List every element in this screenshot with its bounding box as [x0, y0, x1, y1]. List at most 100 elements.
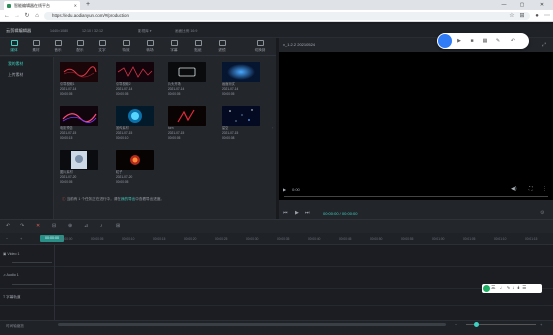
media-card[interactable]: 片头开场 2021-07-14 00:00:05 [168, 62, 206, 98]
media-card[interactable]: turn 2021-07-15 00:00:05 [168, 106, 206, 142]
media-card[interactable]: 引导视频1 2021-07-14 00:00:05 [60, 62, 98, 98]
media-card[interactable]: 电影预告 2021-07-15 00:00:15 [60, 106, 98, 142]
sidebar-item-upload[interactable]: 上传素材 [4, 71, 48, 79]
media-card[interactable]: 画面测试 2021-07-14 00:00:05 [222, 62, 260, 98]
ruler-tick-label: 00:00:25 [215, 237, 228, 241]
delete-icon[interactable]: ✕ [36, 223, 40, 229]
my-export-link[interactable]: 我的导出 [121, 197, 135, 201]
text-toolbar-icons[interactable]: ♩∿↓↡☰ [500, 285, 528, 291]
tab-music[interactable]: 音乐 [48, 40, 68, 54]
ruler-tick-label: 00:00:40 [308, 237, 321, 241]
url-input[interactable]: https://edu.aodianyun.com/#/production [44, 12, 530, 20]
video-play-icon[interactable]: ▶ [283, 187, 286, 192]
ruler-tick-label: 00:00:35 [277, 237, 290, 241]
media-card[interactable]: 粒子 2021-07-20 00:00:05 [116, 150, 154, 186]
timeline-toolbar [0, 219, 553, 233]
tab-effects[interactable]: 特效 [116, 40, 136, 54]
media-thumbnail [116, 106, 154, 126]
tab-subtitle[interactable]: 字幕 [164, 40, 184, 54]
fullscreen-icon[interactable]: ⤢ [542, 42, 546, 48]
text-tool-icon[interactable] [483, 285, 490, 292]
aspect-ratio[interactable]: 画面比例 16:9 [175, 29, 197, 34]
ruler-tick-label: 00:01:00 [432, 237, 445, 241]
media-card[interactable]: 引导视频2 2021-07-14 00:00:05 [116, 62, 154, 98]
browser-menu-icon[interactable]: ⋯ [543, 12, 551, 20]
filter-icon [218, 40, 226, 46]
timeline-tracks [0, 245, 553, 320]
header-stat: 1440×1080 [50, 29, 69, 33]
tab-sticker[interactable]: 贴纸 [188, 40, 208, 54]
maximize-button[interactable]: ▢ [515, 0, 529, 10]
crop-icon[interactable]: ⊕ [68, 223, 72, 229]
video-progress[interactable] [284, 196, 548, 197]
collections-icon[interactable]: ⊞ [518, 12, 526, 20]
export-notice: ⓘ 当前有 1 个任务正在进行中，请在我的导出中查看导出进度。 [62, 197, 165, 201]
browser-tab[interactable]: 智能编辑器在线平台 ✕ [4, 1, 80, 10]
tab-sound[interactable]: 配乐 [70, 40, 90, 54]
next-frame-icon[interactable]: ⏭ [305, 210, 310, 216]
forward-icon[interactable]: → [13, 12, 21, 20]
floating-toolbar-handle[interactable] [438, 34, 452, 48]
timeline-scrollbar[interactable] [58, 323, 446, 326]
record-icon[interactable]: ♪ [100, 223, 103, 229]
close-window-button[interactable]: ✕ [535, 0, 549, 10]
media-thumbnail [222, 106, 260, 126]
preview-timecode: 00:00:00 / 00:00:00 [323, 211, 358, 216]
library-dropdown[interactable]: 影视库 ▾ [138, 29, 152, 34]
media-thumbnail [222, 62, 260, 82]
video-screen[interactable] [279, 52, 553, 200]
audio-volume-slider[interactable] [12, 284, 52, 285]
float-undo-icon[interactable]: ↶ [509, 37, 517, 45]
tab-transition[interactable]: 转场 [140, 40, 160, 54]
zoom-in-button[interactable]: + [540, 322, 545, 327]
float-play-icon[interactable]: ▶ [455, 37, 463, 45]
reload-icon[interactable]: ↻ [23, 12, 31, 20]
zoom-slider-handle[interactable] [474, 322, 479, 327]
video-volume-slider[interactable] [12, 262, 52, 263]
media-card[interactable]: 星空 2021-07-15 00:00:08 [222, 106, 260, 142]
text-toolbar-label[interactable]: 三 [491, 285, 496, 291]
media-card[interactable]: 图片素材 2021-07-20 00:00:05 [60, 150, 98, 186]
tab-switch[interactable]: 切换到 [250, 40, 270, 54]
music-icon [54, 40, 62, 46]
zoom-in-icon[interactable]: + [20, 236, 22, 241]
sidebar-item-my-media[interactable]: 我的素材 [4, 60, 48, 68]
marker-icon[interactable]: ⊿ [84, 223, 88, 229]
zoom-label: 时间轴缩放 [6, 324, 24, 328]
tab-close-icon[interactable]: ✕ [74, 3, 77, 8]
bookmark-star-icon[interactable]: ☆ [508, 12, 516, 20]
prev-frame-icon[interactable]: ⏮ [283, 210, 288, 216]
collapse-arrow-icon[interactable]: ‹ [272, 125, 275, 131]
home-icon[interactable]: ⌂ [33, 12, 41, 20]
settings-gear-icon[interactable]: ⚙ [540, 210, 544, 216]
profile-avatar[interactable]: ● [532, 12, 542, 20]
track-header-subtitle: T 字幕轨道 [3, 295, 21, 299]
ruler-tick-label: 00:00:05 [91, 237, 104, 241]
snapshot-icon[interactable]: ⊞ [116, 223, 120, 229]
tab-filter[interactable]: 滤镜 [212, 40, 232, 54]
tab-media[interactable]: 媒体 [4, 40, 24, 54]
header-stat: 12:10 / 32:12 [82, 29, 103, 33]
tab-material[interactable]: 素材 [26, 40, 46, 54]
zoom-out-icon[interactable]: − [6, 236, 8, 241]
new-tab-button[interactable]: + [84, 1, 92, 9]
browser-tab-bar [0, 0, 553, 10]
ruler-tick-label: 00:00:20 [184, 237, 197, 241]
video-more-icon[interactable]: ⋮ [542, 186, 547, 192]
switch-icon [256, 40, 264, 46]
split-icon[interactable]: ⊟ [52, 223, 56, 229]
media-thumbnail [116, 62, 154, 82]
video-fullscreen-icon[interactable]: ⛶ [529, 186, 533, 192]
undo-icon[interactable]: ↶ [6, 223, 10, 229]
minimize-button[interactable]: — [497, 0, 511, 10]
tab-text[interactable]: 文字 [92, 40, 112, 54]
redo-icon[interactable]: ↷ [20, 223, 24, 229]
back-icon[interactable]: ← [3, 12, 11, 20]
media-card[interactable]: 宣传素材 2021-07-15 00:00:10 [116, 106, 154, 142]
float-grid-icon[interactable]: ▦ [481, 37, 489, 45]
float-stop-icon[interactable]: ■ [468, 37, 476, 45]
float-pen-icon[interactable]: ✎ [494, 37, 502, 45]
play-icon[interactable]: ▶ [295, 210, 299, 216]
volume-icon[interactable]: ◀) [511, 186, 517, 192]
zoom-out-button[interactable]: − [455, 322, 460, 327]
